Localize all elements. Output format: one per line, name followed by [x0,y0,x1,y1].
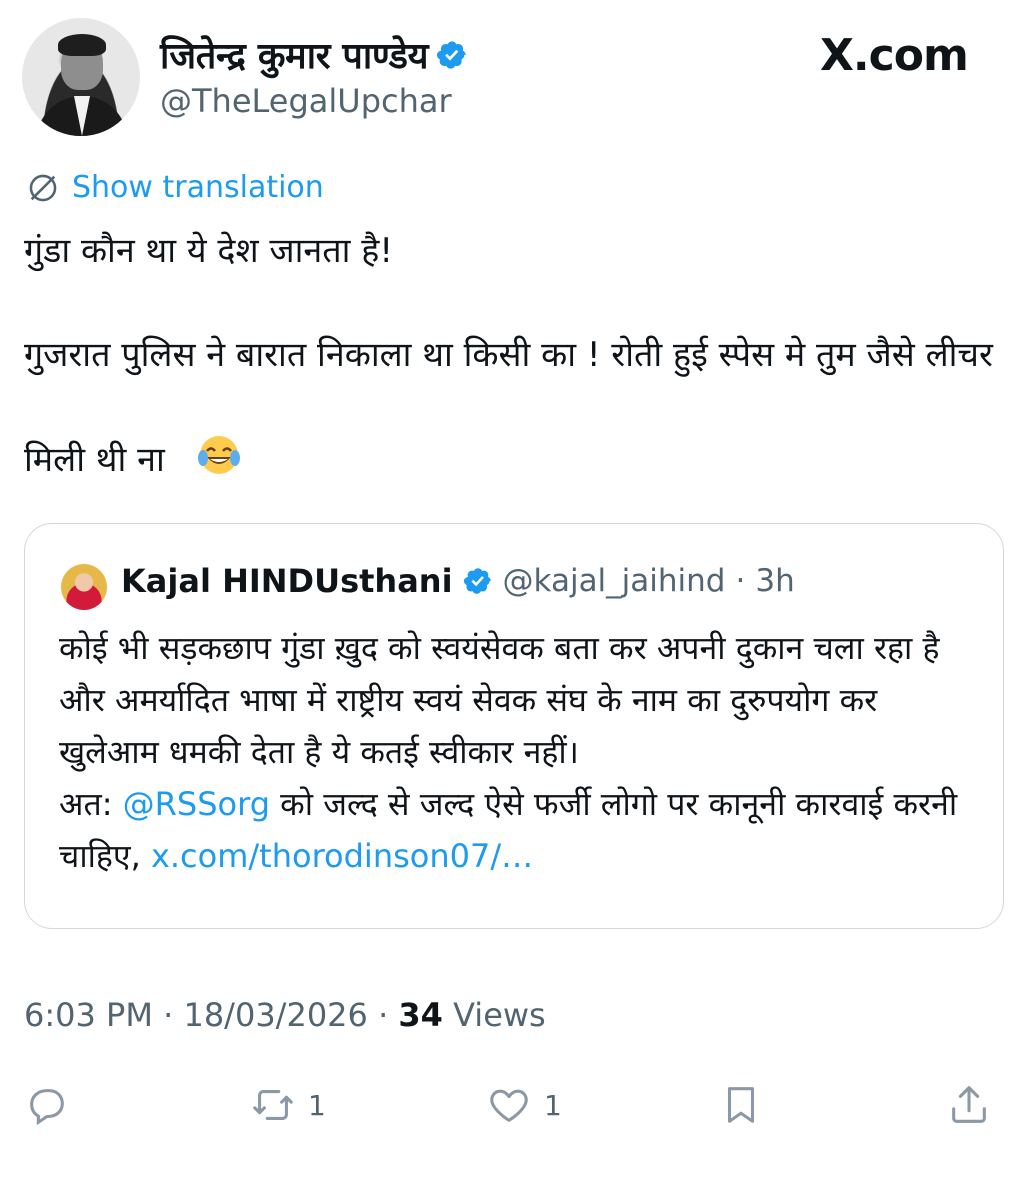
share-button[interactable] [946,1082,992,1128]
tweet-text: गुंडा कौन था ये देश जानता है! गुजरात पुल… [24,225,1004,492]
reply-icon [30,1089,64,1126]
quoted-author-name[interactable]: Kajal HINDUsthani [121,562,453,600]
bookmark-icon [727,1087,755,1123]
author-avatar[interactable] [22,18,140,136]
quoted-author-avatar[interactable] [61,564,107,610]
repost-button[interactable]: 1 [250,1082,326,1128]
author-name-row[interactable]: जितेन्द्र कुमार पाण्डेय [160,30,468,79]
quoted-tweet-card[interactable]: Kajal HINDUsthani @kajal_jaihind · 3h को… [24,523,1004,929]
mention-link[interactable]: @RSSorg [123,785,270,823]
show-translation-label[interactable]: Show translation [72,170,324,205]
tweet-date[interactable]: 18/03/2026 [183,996,367,1034]
meta-dot: · [163,996,174,1034]
tweet-body: गुंडा कौन था ये देश जानता है! गुजरात पुल… [24,231,993,480]
author-handle[interactable]: @TheLegalUpchar [160,82,452,120]
repost-icon [253,1090,293,1120]
like-button[interactable]: 1 [486,1082,562,1128]
quoted-timestamp[interactable]: 3h [755,563,794,599]
repost-count: 1 [308,1088,326,1122]
heart-icon [490,1089,528,1122]
verified-badge-icon [437,40,466,69]
reply-button[interactable] [24,1082,82,1128]
verified-badge-icon [463,568,491,594]
show-translation-button[interactable]: Show translation [26,170,324,205]
share-icon [952,1086,986,1123]
quoted-author-handle[interactable]: @kajal_jaihind [503,563,726,599]
tweet-time[interactable]: 6:03 PM [24,996,153,1034]
quoted-tweet-text: कोई भी सड़कछाप गुंडा ख़ुद को स्वयंसेवक ब… [59,622,979,882]
bookmark-button[interactable] [718,1082,764,1128]
quoted-tweet-header: Kajal HINDUsthani @kajal_jaihind · 3h [121,562,795,600]
like-count: 1 [544,1088,562,1122]
brand-logo: X.com [820,30,969,81]
tweet-meta: 6:03 PM · 18/03/2026 · 34 Views [24,996,546,1034]
tears-of-joy-emoji [176,381,242,492]
quoted-url-link[interactable]: x.com/thorodinson07/… [151,837,533,875]
globe-icon [29,174,57,201]
views-label: Views [453,996,546,1034]
quoted-separator-dot: · [735,563,746,599]
meta-dot: · [378,996,389,1034]
views-count: 34 [398,996,443,1034]
author-display-name[interactable]: जितेन्द्र कुमार पाण्डेय [160,30,429,79]
